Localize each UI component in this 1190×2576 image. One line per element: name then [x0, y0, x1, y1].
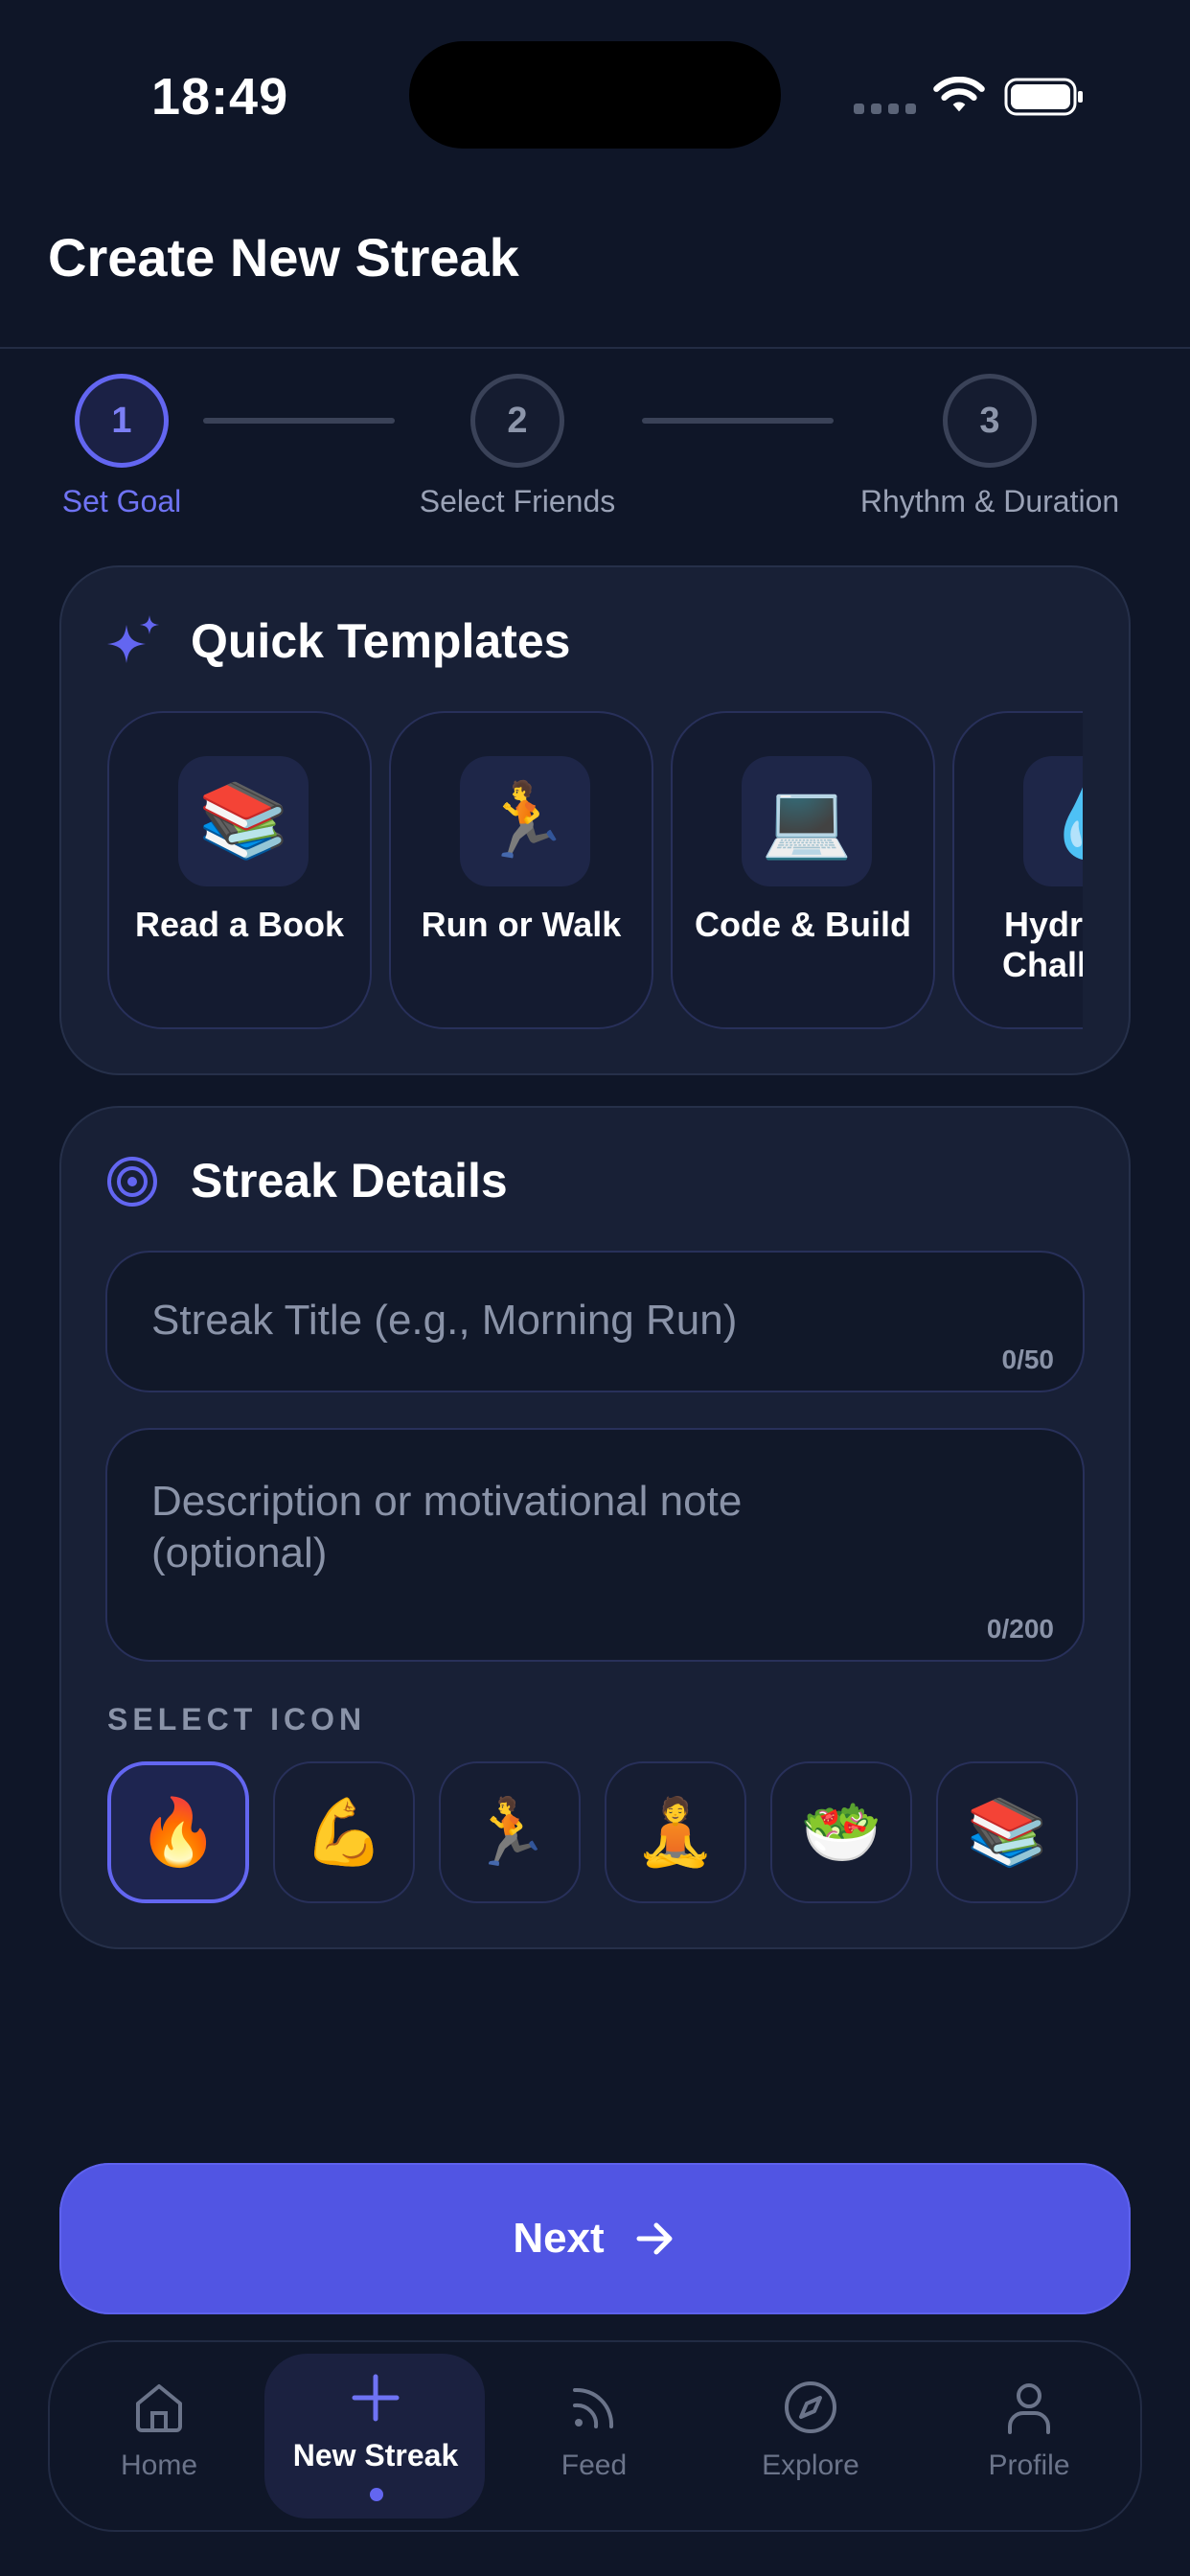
icon-option-salad[interactable]: 🥗 [770, 1761, 912, 1903]
icon-option-books[interactable]: 📚 [936, 1761, 1078, 1903]
description-char-counter: 0/200 [986, 1614, 1054, 1644]
plus-icon [352, 2374, 400, 2422]
icon-option-meditation[interactable]: 🧘 [605, 1761, 746, 1903]
compass-icon [785, 2381, 836, 2433]
step-3-circle[interactable]: 3 [943, 374, 1037, 468]
home-icon [136, 2384, 182, 2432]
step-3-label: Rhythm & Duration [859, 484, 1120, 518]
nav-profile-label: Profile [988, 2450, 1070, 2481]
nav-profile[interactable]: Profile [933, 2379, 1125, 2482]
streak-title-input[interactable]: Streak Title (e.g., Morning Run) 0/50 [105, 1251, 1085, 1392]
rss-icon [573, 2387, 614, 2428]
sparkles-icon [107, 615, 159, 663]
nav-home[interactable]: Home [63, 2379, 255, 2482]
icon-option-runner[interactable]: 🏃 [439, 1761, 581, 1903]
template-run-or-walk[interactable]: 🏃 Run or Walk [389, 711, 653, 1029]
header-divider [0, 347, 1190, 349]
cellular-signal-icon [854, 104, 916, 114]
arrow-right-icon [636, 2222, 673, 2255]
select-icon-label: SELECT ICON [107, 1702, 367, 1736]
dynamic-island [409, 41, 781, 149]
template-hydration-challenge[interactable]: 💧 Hydration Challenge [952, 711, 1083, 1029]
template-code-and-build[interactable]: 💻 Code & Build [671, 711, 935, 1029]
description-placeholder: Description or motivational note (option… [151, 1478, 743, 1576]
template-label: Run or Walk [421, 905, 622, 944]
nav-feed-label: Feed [561, 2450, 628, 2481]
step-1-label: Set Goal [61, 484, 182, 518]
active-indicator-dot [370, 2488, 383, 2501]
nav-explore-label: Explore [762, 2450, 859, 2481]
runner-icon: 🏃 [460, 756, 590, 886]
wifi-icon [933, 77, 985, 112]
description-textarea[interactable]: Description or motivational note (option… [105, 1428, 1085, 1662]
nav-home-label: Home [120, 2450, 198, 2481]
step-1-circle[interactable]: 1 [75, 374, 169, 468]
templates-scroller[interactable]: 📚 Read a Book 🏃 Run or Walk 💻 Code & Bui… [105, 711, 1083, 1033]
title-char-counter: 0/50 [1001, 1345, 1055, 1374]
quick-templates-title: Quick Templates [191, 614, 571, 668]
laptop-icon: 💻 [742, 756, 872, 886]
step-2-circle[interactable]: 2 [470, 374, 564, 468]
icon-option-fire[interactable]: 🔥 [107, 1761, 249, 1903]
nav-feed[interactable]: Feed [498, 2379, 690, 2482]
template-read-a-book[interactable]: 📚 Read a Book [107, 711, 372, 1029]
droplet-icon: 💧 [1023, 756, 1083, 886]
battery-icon [1004, 78, 1083, 116]
template-label: Hydration Challenge [1001, 905, 1083, 984]
icon-option-muscle[interactable]: 💪 [273, 1761, 415, 1903]
step-connector-1 [203, 418, 395, 424]
page-title: Create New Streak [48, 227, 519, 288]
template-label: Code & Build [695, 905, 911, 944]
next-button[interactable]: Next [59, 2163, 1131, 2314]
user-icon [1008, 2383, 1050, 2434]
streak-title-placeholder: Streak Title (e.g., Morning Run) [151, 1297, 738, 1344]
status-time: 18:49 [151, 68, 289, 126]
next-button-label: Next [513, 2215, 605, 2262]
nav-new-streak-label: New Streak [292, 2438, 459, 2472]
step-connector-2 [642, 418, 834, 424]
nav-new-streak[interactable]: New Streak [280, 2371, 471, 2473]
books-icon: 📚 [178, 756, 309, 886]
template-label: Read a Book [134, 905, 345, 944]
step-2-label: Select Friends [419, 484, 616, 518]
streak-details-title: Streak Details [191, 1154, 508, 1208]
target-icon [107, 1157, 157, 1207]
nav-explore[interactable]: Explore [715, 2379, 906, 2482]
